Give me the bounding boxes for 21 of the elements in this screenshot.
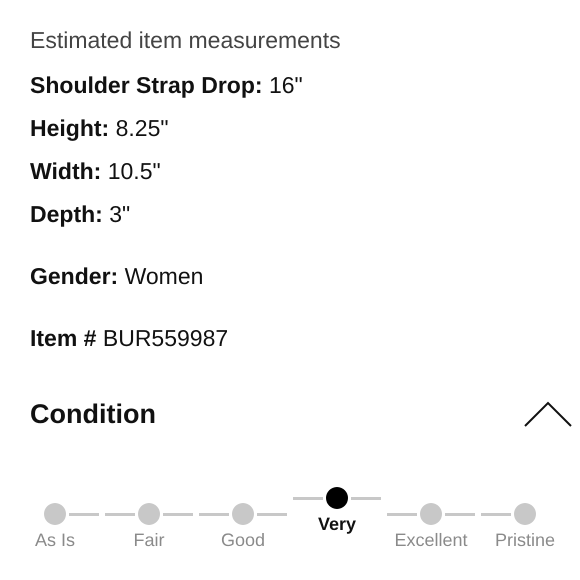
chevron-up-icon[interactable]: [524, 401, 572, 427]
measurement-text: Width: 10.5": [30, 157, 162, 186]
condition-label: Good: [220, 530, 266, 551]
condition-heading: Condition: [30, 398, 156, 430]
condition-dot[interactable]: [232, 503, 254, 525]
condition-label: Very: [318, 514, 356, 535]
condition-dot[interactable]: [420, 503, 442, 525]
condition-dot[interactable]: [514, 503, 536, 525]
measurement-text: Height: 8.25": [30, 114, 170, 143]
measurement-text: Depth: 3": [30, 200, 132, 229]
condition-label: As Is: [34, 530, 75, 551]
condition-label: Excellent: [394, 530, 468, 551]
section-title: Estimated item measurements: [30, 26, 342, 55]
item-number-text: Item # BUR559987: [30, 324, 230, 353]
measurement-text: Shoulder Strap Drop: 16": [30, 71, 304, 100]
condition-dot[interactable]: [44, 503, 66, 525]
gender-text: Gender: Women: [30, 262, 204, 291]
condition-dot[interactable]: [138, 503, 160, 525]
condition-label: Fair: [134, 530, 164, 551]
condition-dot[interactable]: [326, 487, 348, 509]
condition-label: Pristine: [494, 530, 556, 551]
